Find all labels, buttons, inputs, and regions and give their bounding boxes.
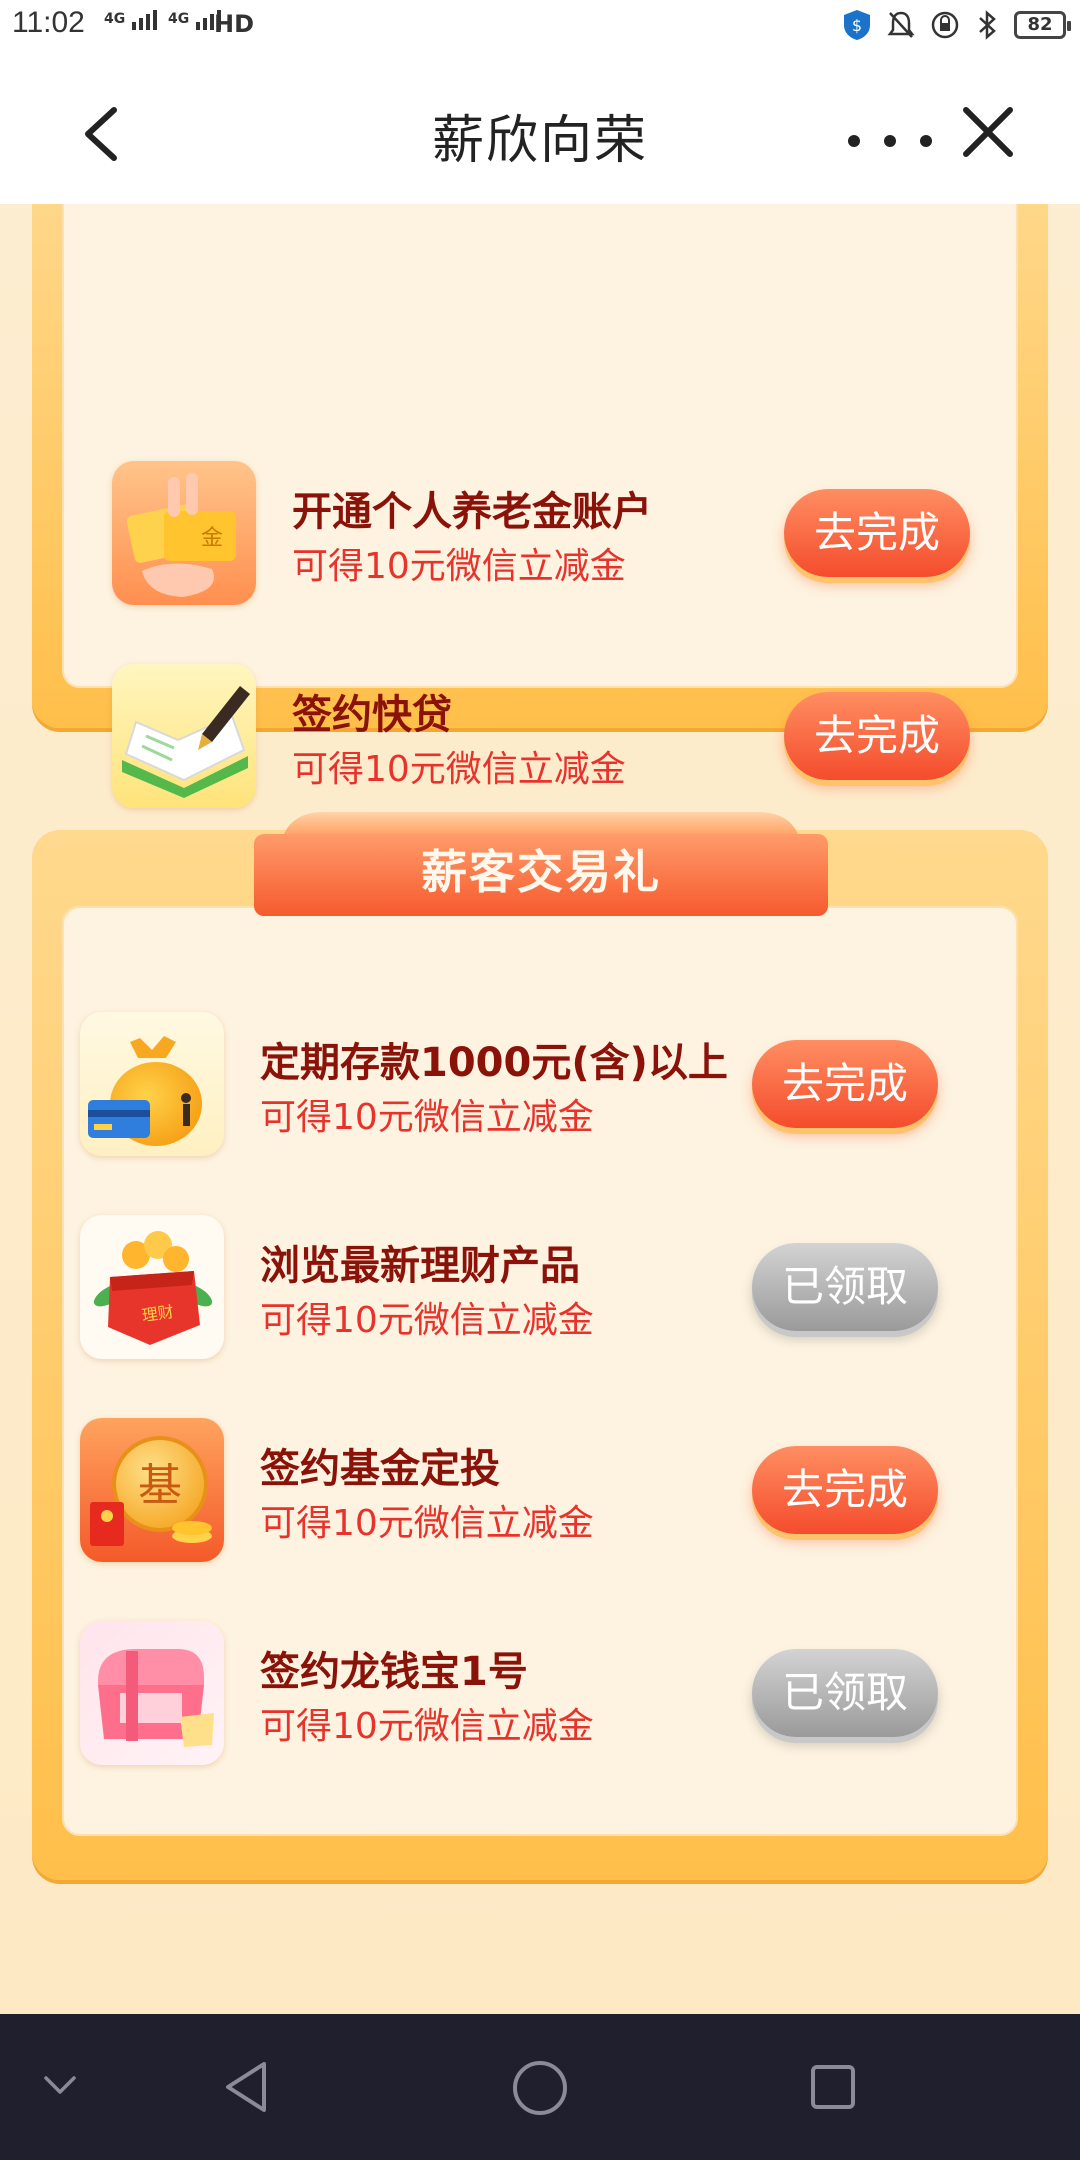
status-icons: $ 82	[842, 8, 1071, 42]
shield-icon: $	[844, 10, 870, 40]
back-triangle-icon[interactable]	[220, 2058, 272, 2116]
task-content: 金 开通个人养老金账户 可得10元微信立减金 去完成 签约快贷 可得10元微信立…	[0, 204, 1080, 2014]
task-title: 签约龙钱宝1号	[260, 1649, 528, 1695]
fund-coin-icon: 基	[80, 1418, 224, 1562]
battery-icon: 82	[1014, 11, 1071, 39]
task-item: 签约龙钱宝1号 可得10元微信立减金 已领取	[0, 1621, 1016, 1771]
signal-1-icon: 4G	[104, 8, 160, 30]
complete-task-button[interactable]: 去完成	[784, 692, 970, 780]
status-time: 11:02	[12, 6, 85, 39]
money-bag-icon	[80, 1012, 224, 1156]
task-reward: 可得10元微信立减金	[260, 1503, 594, 1544]
task-title: 签约基金定投	[260, 1446, 500, 1492]
task-item: 定期存款1000元(含)以上 可得10元微信立减金 去完成	[0, 1012, 1016, 1162]
recents-square-icon[interactable]	[808, 2062, 858, 2112]
signal-2-label: 4G	[168, 11, 190, 27]
fund-coin-char: 基	[138, 1460, 182, 1511]
hd-icon: HD	[214, 10, 255, 38]
bluetooth-icon	[979, 10, 996, 40]
task-title: 签约快贷	[292, 692, 452, 738]
task-card-top: 金 开通个人养老金账户 可得10元微信立减金 去完成 签约快贷 可得10元微信立…	[32, 204, 1048, 808]
treasure-chest-icon	[80, 1621, 224, 1765]
close-icon[interactable]	[960, 104, 1016, 160]
task-reward: 可得10元微信立减金	[260, 1300, 594, 1341]
system-nav-bar	[0, 2014, 1080, 2160]
task-reward: 可得10元微信立减金	[260, 1097, 594, 1138]
home-circle-icon[interactable]	[510, 2058, 570, 2118]
task-card-top-inner	[62, 204, 1018, 688]
gold-card-char: 金	[201, 526, 223, 551]
wealth-gift-box-icon: 理财	[80, 1215, 224, 1359]
complete-task-button[interactable]: 去完成	[752, 1040, 938, 1128]
bell-mute-icon	[887, 11, 915, 38]
task-item: 理财 浏览最新理财产品 可得10元微信立减金 已领取	[0, 1215, 1016, 1365]
task-item: 基 签约基金定投 可得10元微信立减金 去完成	[0, 1418, 1016, 1568]
task-reward: 可得10元微信立减金	[260, 1706, 594, 1747]
task-reward: 可得10元微信立减金	[292, 749, 626, 790]
task-title: 开通个人养老金账户	[292, 489, 652, 535]
task-title: 定期存款1000元(含)以上	[260, 1040, 728, 1086]
more-icon[interactable]	[840, 126, 940, 156]
task-item: 金 开通个人养老金账户 可得10元微信立减金 去完成	[32, 461, 1048, 611]
claimed-button[interactable]: 已领取	[752, 1649, 938, 1737]
gold-card-hand-icon: 金	[112, 461, 256, 605]
chevron-down-icon[interactable]	[40, 2070, 80, 2100]
lock-rotation-icon	[931, 11, 959, 39]
task-title: 浏览最新理财产品	[260, 1243, 580, 1289]
pen-book-icon	[112, 664, 256, 808]
status-bar: 11:02 4G 4G HD $ 82	[0, 0, 1080, 56]
task-item: 签约快贷 可得10元微信立减金 去完成	[32, 664, 1048, 814]
complete-task-button[interactable]: 去完成	[752, 1446, 938, 1534]
section-header-ribbon: 薪客交易礼	[254, 812, 828, 922]
task-reward: 可得10元微信立减金	[292, 546, 626, 587]
svg-text:$: $	[852, 16, 862, 35]
title-bar: 薪欣向荣	[0, 56, 1080, 204]
claimed-button[interactable]: 已领取	[752, 1243, 938, 1331]
signal-1-label: 4G	[104, 11, 126, 27]
complete-task-button[interactable]: 去完成	[784, 489, 970, 577]
section-title: 薪客交易礼	[421, 845, 661, 899]
